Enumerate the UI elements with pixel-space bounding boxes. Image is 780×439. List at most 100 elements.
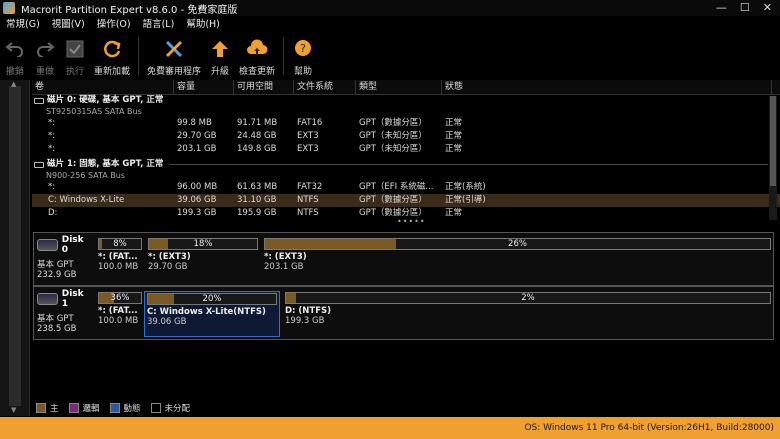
cell-status: 正常 — [445, 144, 463, 154]
cell-type: GPT（未知分區） — [359, 131, 427, 141]
reload-icon — [101, 38, 123, 60]
toolbar: 撤銷 重做 执行 重新加載 免費審用程序 升級 檢查更新 ? 幫助 — [0, 35, 780, 79]
redo-icon — [34, 38, 56, 60]
partition-block[interactable]: 8% *: (FAT... 100.0 MB — [96, 237, 144, 283]
reload-button[interactable]: 重新加載 — [90, 35, 134, 77]
partition-size: 100.0 MB — [98, 262, 139, 272]
disk-0-model: ST9250315AS SATA Bus — [46, 107, 142, 116]
more-indicator: ••••• — [397, 217, 426, 226]
menu-help[interactable]: 幫助(H) — [180, 17, 226, 33]
redo-button[interactable]: 重做 — [30, 35, 60, 77]
disk-1-info: Disk 1 基本 GPT 238.5 GB — [34, 287, 94, 339]
check-update-button[interactable]: 檢查更新 — [235, 35, 279, 77]
menu-operation[interactable]: 操作(O) — [91, 17, 137, 33]
legend-swatch — [68, 403, 79, 413]
help-button[interactable]: ? 幫助 — [288, 35, 318, 77]
apply-label: 执行 — [65, 67, 84, 77]
legend-primary: 主 — [36, 402, 59, 414]
table-row[interactable]: *: 203.1 GB 149.8 GB EXT3 GPT（未知分區） 正常 — [32, 143, 780, 156]
cell-fs: NTFS — [297, 195, 319, 205]
usage-bar: 36% — [98, 292, 142, 304]
usage-bar: 20% — [147, 293, 277, 305]
disk-1-size: 238.5 GB — [37, 324, 77, 334]
table-scrollbar[interactable] — [769, 96, 777, 220]
column-file-system[interactable]: 文件系統 — [294, 80, 356, 94]
partition-label: *: (EXT3) — [264, 252, 307, 262]
disk-1-name: Disk 1 — [61, 289, 84, 309]
table-row[interactable]: *: 96.00 MB 61.63 MB FAT32 GPT（EFI 系統磁..… — [32, 181, 780, 194]
table-row-selected[interactable]: C: Windows X-Lite 39.06 GB 31.10 GB NTFS… — [32, 194, 780, 207]
disk-1-title: 磁片 1: 固態, 基本 GPT, 正常 — [47, 159, 164, 169]
partition-label: *: (EXT3) — [148, 252, 191, 262]
reload-label: 重新加載 — [94, 67, 131, 77]
cell-fs: FAT32 — [297, 182, 323, 192]
free-tools-button[interactable]: 免費審用程序 — [143, 35, 205, 77]
column-status[interactable]: 狀態 — [442, 80, 772, 94]
cell-free: 195.9 GB — [237, 208, 277, 218]
legend-dynamic: 動態 — [109, 402, 141, 414]
partition-size: 203.1 GB — [264, 262, 304, 272]
column-capacity[interactable]: 容量 — [174, 80, 234, 94]
cell-capacity: 199.3 GB — [177, 208, 217, 218]
apply-button[interactable]: 执行 — [60, 35, 90, 77]
legend-logical: 邏輯 — [68, 402, 100, 414]
partition-block[interactable]: 36% *: (FAT... 100.0 MB — [96, 291, 144, 337]
legend-label: 主 — [50, 404, 59, 414]
minimize-icon[interactable]: — — [716, 1, 727, 14]
disk-map: Disk 0 基本 GPT 232.9 GB 8% *: (FAT... 100… — [32, 230, 777, 416]
cell-status: 正常 — [445, 118, 463, 128]
partition-block-selected[interactable]: 20% C: Windows X-Lite(NTFS) 39.06 GB — [144, 291, 280, 337]
disk-0-header[interactable]: 磁片 0: 硬碟, 基本 GPT, 正常 — [32, 95, 780, 106]
redo-label: 重做 — [35, 67, 54, 77]
partition-label: D: (NTFS) — [285, 306, 332, 316]
table-row[interactable]: *: 29.70 GB 24.48 GB EXT3 GPT（未知分區） 正常 — [32, 130, 780, 143]
cell-capacity: 203.1 GB — [177, 144, 217, 154]
usage-percent: 26% — [508, 239, 527, 249]
upgrade-button[interactable]: 升級 — [205, 35, 235, 77]
cell-capacity: 29.70 GB — [177, 131, 217, 141]
cell-free: 91.71 MB — [237, 118, 278, 128]
disk-1-block[interactable]: Disk 1 基本 GPT 238.5 GB 36% *: (FAT... 10… — [33, 286, 774, 340]
cell-type: GPT（數據分區） — [359, 195, 427, 205]
help-label: 幫助 — [294, 67, 313, 77]
legend-swatch — [36, 403, 46, 413]
title-bar: Macrorit Partition Expert v8.6.0 - 免費家庭版… — [0, 0, 780, 16]
disk-0-name: Disk 0 — [61, 235, 84, 255]
tools-icon — [163, 38, 185, 60]
disk-1-header[interactable]: 磁片 1: 固態, 基本 GPT, 正常 — [32, 159, 780, 170]
menu-general[interactable]: 常規(G) — [0, 17, 46, 33]
undo-label: 撤銷 — [5, 67, 24, 77]
column-free-space[interactable]: 可用空間 — [234, 80, 294, 94]
menu-view[interactable]: 視圖(V) — [46, 17, 91, 33]
usage-bar: 8% — [98, 238, 142, 250]
legend-swatch — [150, 403, 161, 413]
partition-block[interactable]: 2% D: (NTFS) 199.3 GB — [283, 291, 773, 337]
partition-block[interactable]: 18% *: (EXT3) 29.70 GB — [146, 237, 260, 283]
cell-volume: *: — [48, 131, 56, 141]
upgrade-icon — [209, 38, 231, 60]
divider — [169, 164, 768, 165]
usage-bar: 18% — [148, 238, 258, 250]
menu-bar: 常規(G) 視圖(V) 操作(O) 語言(L) 幫助(H) — [0, 17, 780, 33]
disk-1-model: N900-256 SATA Bus — [46, 171, 126, 180]
table-row[interactable]: *: 99.8 MB 91.71 MB FAT16 GPT（數據分區） 正常 — [32, 117, 780, 130]
menu-language[interactable]: 語言(L) — [137, 17, 181, 33]
partition-label: C: Windows X-Lite(NTFS) — [147, 307, 266, 317]
status-bar: OS: Windows 11 Pro 64-bit (Version:26H1,… — [0, 417, 780, 439]
left-scrollbar[interactable] — [9, 80, 21, 414]
scrollbar-thumb[interactable] — [770, 96, 776, 186]
partition-label: *: (FAT... — [98, 252, 138, 262]
table-header: 卷 容量 可用空間 文件系統 類型 狀態 — [32, 80, 780, 95]
partition-block[interactable]: 26% *: (EXT3) 203.1 GB — [262, 237, 773, 283]
column-type[interactable]: 類型 — [356, 80, 442, 94]
cell-free: 24.48 GB — [237, 131, 277, 141]
undo-button[interactable]: 撤銷 — [0, 35, 30, 77]
upgrade-label: 升級 — [211, 67, 230, 77]
disk-0-block[interactable]: Disk 0 基本 GPT 232.9 GB 8% *: (FAT... 100… — [33, 232, 774, 286]
cell-fs: EXT3 — [297, 131, 319, 141]
maximize-icon[interactable]: ☐ — [740, 1, 750, 14]
column-volume[interactable]: 卷 — [32, 80, 174, 94]
close-icon[interactable]: ✕ — [763, 1, 772, 14]
legend-label: 未分配 — [164, 404, 191, 414]
disk-icon — [34, 97, 44, 104]
